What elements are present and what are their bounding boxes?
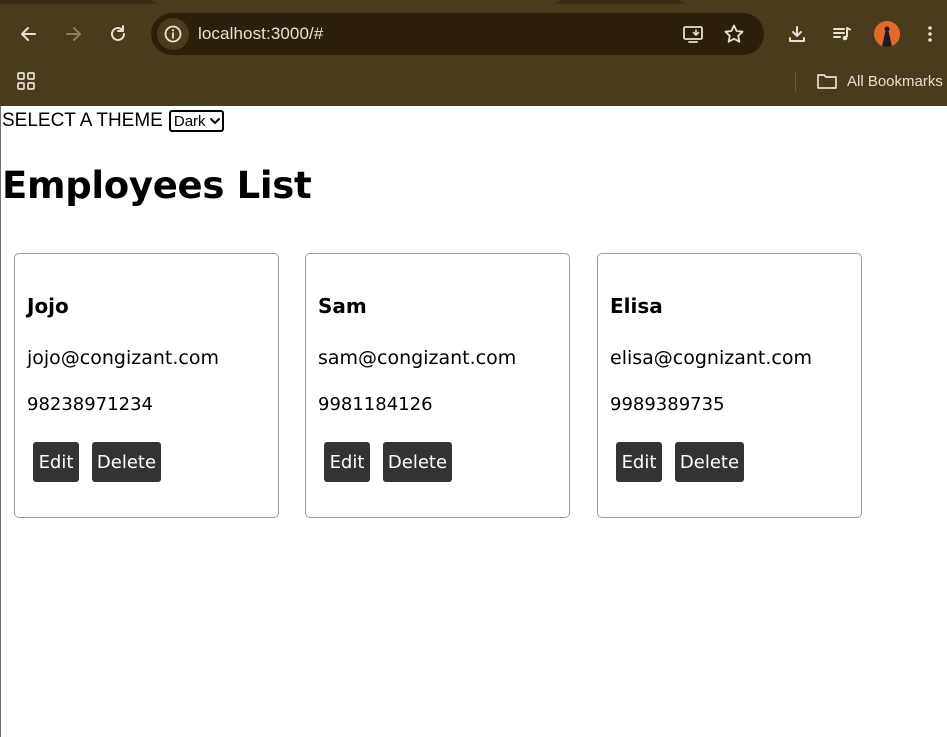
address-bar[interactable]: localhost:3000/#: [151, 13, 764, 55]
reload-icon: [111, 25, 125, 41]
all-bookmarks-label: All Bookmarks: [847, 72, 943, 90]
delete-button[interactable]: Delete: [675, 442, 744, 482]
employee-name: Jojo: [27, 294, 69, 318]
more-menu-button[interactable]: [917, 19, 943, 49]
employee-name: Sam: [318, 294, 367, 318]
url-text[interactable]: localhost:3000/#: [198, 24, 323, 44]
tab-strip: [0, 0, 947, 4]
inactive-tab[interactable]: [678, 0, 947, 4]
edit-button[interactable]: Edit: [616, 442, 662, 482]
employee-phone: 9981184126: [318, 394, 433, 415]
install-app-icon: [683, 26, 703, 43]
theme-selected-value: Dark: [173, 112, 206, 130]
chevron-down-icon: [209, 118, 220, 124]
bookmarks-bar: All Bookmarks: [0, 64, 947, 96]
all-bookmarks-button[interactable]: All Bookmarks: [816, 69, 943, 93]
reload-button[interactable]: [103, 19, 133, 49]
employee-email: sam@congizant.com: [318, 347, 517, 369]
download-icon: [789, 26, 805, 42]
bookmark-star-button[interactable]: [723, 23, 745, 45]
downloads-button[interactable]: [782, 19, 812, 49]
apps-grid-icon: [17, 72, 35, 90]
folder-icon: [817, 74, 837, 89]
employee-card: Sam sam@congizant.com 9981184126 Edit De…: [305, 253, 570, 518]
back-icon: [21, 27, 36, 41]
edit-button[interactable]: Edit: [324, 442, 370, 482]
window-edge: [0, 106, 1, 737]
page-content: SELECT A THEME Dark Employees List Jojo …: [2, 106, 947, 737]
media-control-button[interactable]: [827, 19, 857, 49]
forward-icon: [66, 27, 81, 41]
profile-avatar[interactable]: [874, 21, 900, 47]
site-info-icon: [164, 25, 182, 43]
active-tab[interactable]: [150, 0, 562, 4]
delete-button[interactable]: Delete: [92, 442, 161, 482]
media-control-icon: [833, 27, 851, 41]
employee-phone: 9989389735: [610, 394, 725, 415]
theme-label: SELECT A THEME: [2, 110, 163, 131]
more-menu-icon: [928, 26, 932, 42]
delete-button[interactable]: Delete: [383, 442, 452, 482]
bookmarks-divider: [795, 72, 796, 92]
employee-email: elisa@cognizant.com: [610, 347, 812, 369]
theme-select[interactable]: Dark: [168, 110, 224, 132]
profile-avatar-icon: [874, 21, 900, 47]
page-title: Employees List: [2, 164, 312, 207]
edit-button[interactable]: Edit: [33, 442, 79, 482]
install-app-button[interactable]: [682, 23, 704, 45]
employee-email: jojo@congizant.com: [27, 347, 219, 369]
site-info-button[interactable]: [157, 18, 189, 50]
theme-selector-row: SELECT A THEME Dark: [2, 110, 224, 132]
employee-card: Elisa elisa@cognizant.com 9989389735 Edi…: [597, 253, 862, 518]
employee-card: Jojo jojo@congizant.com 98238971234 Edit…: [14, 253, 279, 518]
employee-name: Elisa: [610, 294, 663, 318]
employee-phone: 98238971234: [27, 394, 153, 415]
back-button[interactable]: [14, 19, 44, 49]
apps-button[interactable]: [11, 66, 41, 96]
star-icon: [724, 24, 744, 43]
forward-button[interactable]: [58, 19, 88, 49]
browser-toolbar: localhost:3000/# All Bookmarks: [0, 0, 947, 106]
